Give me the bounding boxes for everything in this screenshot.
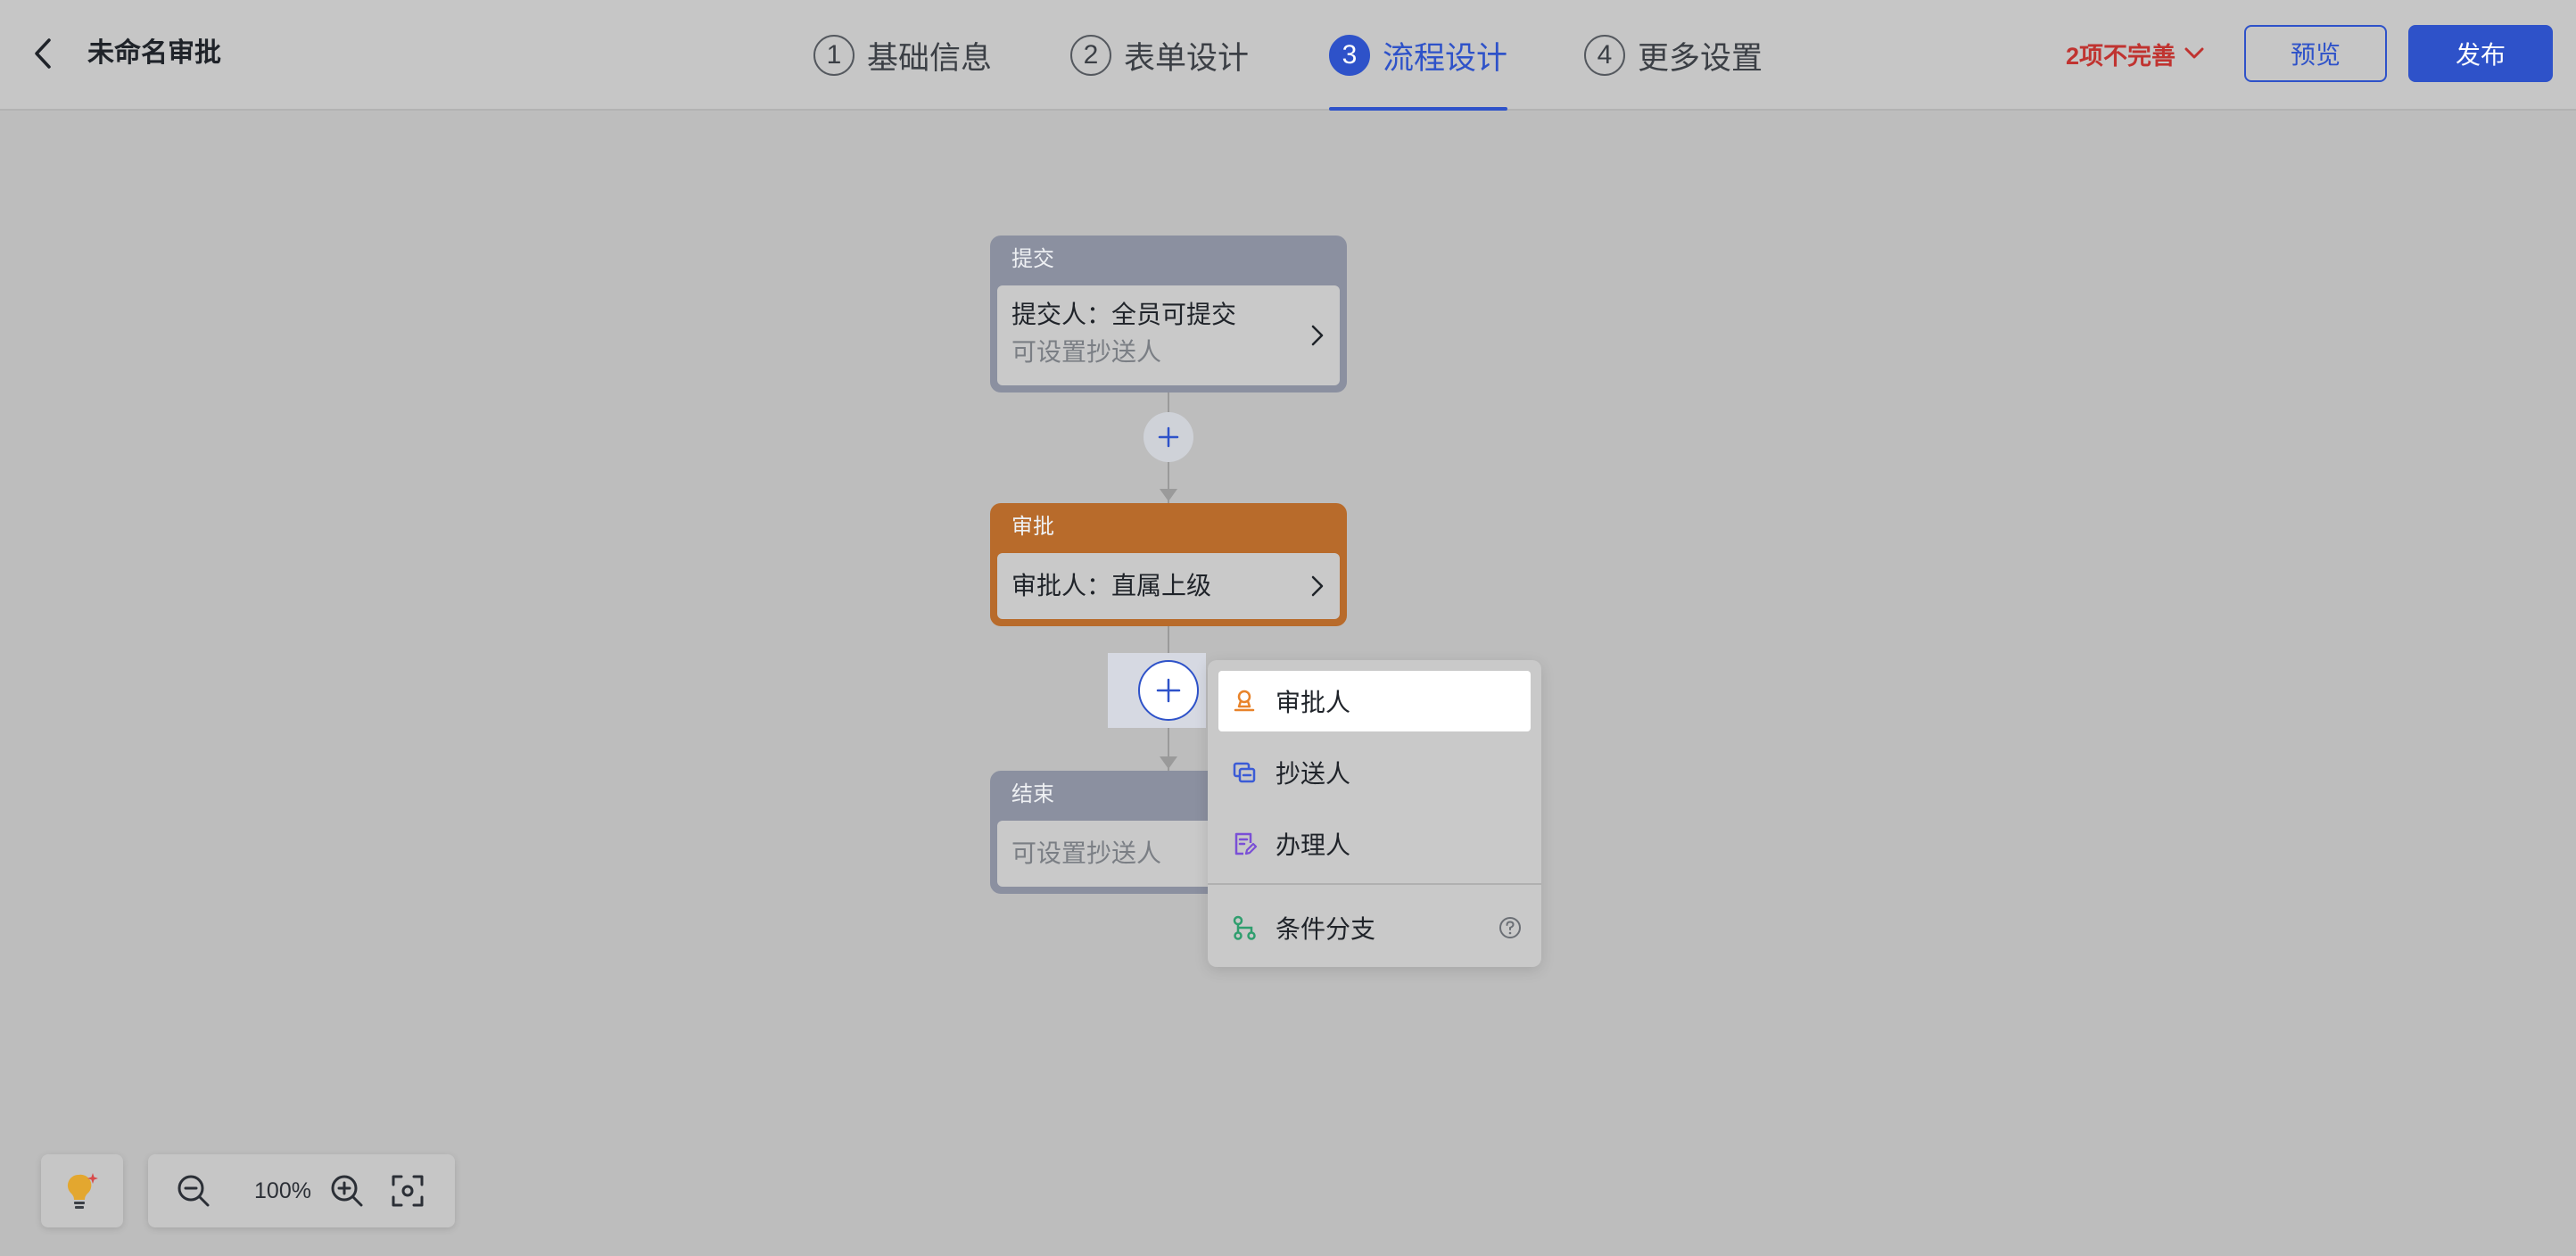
step-number: 3: [1329, 35, 1370, 76]
tab-label: 更多设置: [1638, 40, 1763, 76]
incomplete-warning-dropdown[interactable]: 2项不完善: [2066, 32, 2204, 75]
help-icon[interactable]: [1499, 916, 1522, 939]
cc-hint-text: 可设置抄送人: [1011, 338, 1162, 366]
menu-item-label: 办理人: [1276, 831, 1351, 859]
lightbulb-icon: [67, 1173, 98, 1209]
tab-label: 基础信息: [867, 40, 993, 76]
tab-flow-design[interactable]: 3 流程设计: [1329, 0, 1508, 111]
preview-button[interactable]: 预览: [2244, 25, 2387, 82]
node-content[interactable]: 审批人：直属上级: [997, 553, 1340, 619]
tab-form-design[interactable]: 2 表单设计: [1070, 0, 1249, 111]
add-node-menu: 审批人 抄送人 办理人 条件分支: [1208, 660, 1541, 967]
branch-icon: [1231, 914, 1258, 941]
menu-item-condition-branch[interactable]: 条件分支: [1218, 897, 1531, 958]
menu-item-cc[interactable]: 抄送人: [1218, 742, 1531, 803]
add-node-button[interactable]: [1144, 412, 1193, 462]
menu-divider: [1208, 883, 1541, 885]
tab-basic-info[interactable]: 1 基础信息: [813, 0, 992, 111]
step-number: 1: [813, 35, 855, 76]
chevron-right-icon: [1311, 575, 1324, 597]
node-title: 审批: [1011, 515, 1054, 539]
tab-more-settings[interactable]: 4 更多设置: [1584, 0, 1763, 111]
step-number: 2: [1070, 35, 1111, 76]
page-title: 未命名审批: [87, 38, 221, 68]
node-content[interactable]: 提交人：全员可提交 可设置抄送人: [997, 285, 1340, 385]
chevron-left-icon: [35, 38, 51, 69]
zoom-out-icon: [178, 1175, 210, 1207]
tab-label: 流程设计: [1383, 40, 1508, 76]
menu-item-label: 审批人: [1276, 689, 1351, 716]
chevron-down-icon: [2184, 47, 2204, 59]
add-node-button-active[interactable]: [1138, 660, 1199, 721]
zoom-in-button[interactable]: [328, 1172, 366, 1210]
connector-arrow: [1160, 756, 1177, 769]
handler-edit-icon: [1231, 830, 1258, 857]
approver-text: 审批人：直属上级: [1011, 572, 1212, 599]
warning-text: 2项不完善: [2066, 42, 2176, 70]
menu-item-approver[interactable]: 审批人: [1218, 671, 1531, 731]
approve-node[interactable]: 审批 审批人：直属上级: [990, 503, 1347, 626]
cc-icon: [1231, 759, 1258, 786]
tips-button[interactable]: [41, 1154, 123, 1227]
zoom-level: 100%: [254, 1178, 311, 1203]
menu-item-handler[interactable]: 办理人: [1218, 814, 1531, 874]
chevron-right-icon: [1311, 325, 1324, 346]
zoom-toolbar: 100%: [148, 1154, 455, 1227]
plus-icon: [1158, 426, 1179, 448]
plus-icon: [1156, 678, 1181, 703]
fit-screen-icon: [392, 1175, 424, 1207]
top-bar: 未命名审批 1 基础信息 2 表单设计 3 流程设计 4 更多设置 2项不完善 …: [0, 0, 2576, 111]
menu-item-label: 条件分支: [1276, 915, 1376, 943]
zoom-out-button[interactable]: [175, 1172, 212, 1210]
back-button[interactable]: [25, 34, 61, 73]
node-title: 提交: [1011, 247, 1054, 271]
approver-stamp-icon: [1231, 688, 1258, 715]
menu-item-label: 抄送人: [1276, 760, 1351, 788]
step-number: 4: [1584, 35, 1625, 76]
publish-button[interactable]: 发布: [2408, 25, 2553, 82]
zoom-in-icon: [331, 1175, 363, 1207]
fit-view-button[interactable]: [389, 1172, 426, 1210]
tab-label: 表单设计: [1124, 40, 1250, 76]
connector-arrow: [1160, 489, 1177, 501]
submitter-text: 提交人：全员可提交: [1011, 301, 1237, 328]
submit-node[interactable]: 提交 提交人：全员可提交 可设置抄送人: [990, 236, 1347, 392]
